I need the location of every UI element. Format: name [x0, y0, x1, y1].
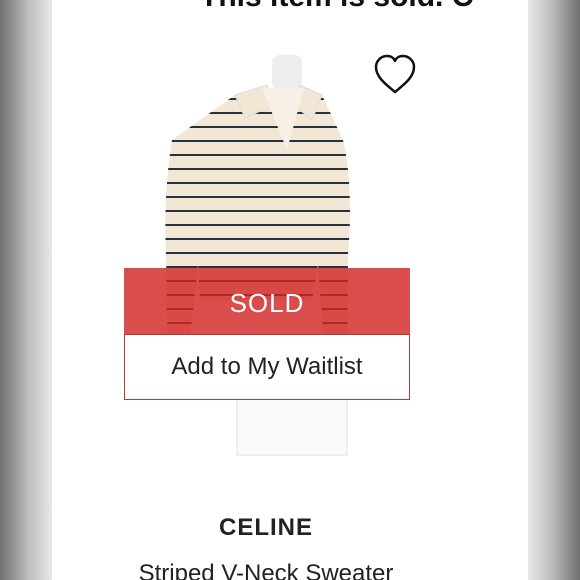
- sold-status-label: SOLD: [124, 268, 410, 334]
- product-brand: CELINE: [218, 514, 313, 541]
- product-image: [165, 55, 351, 456]
- add-to-waitlist-button[interactable]: Add to My Waitlist: [124, 334, 410, 400]
- product-card: This item is sold. C SOLD Add to My Wait…: [52, 0, 528, 580]
- sold-overlay: SOLD Add to My Waitlist: [124, 268, 410, 400]
- product-name: Striped V-Neck Sweater: [138, 560, 394, 580]
- screenshot-frame: This item is sold. C SOLD Add to My Wait…: [0, 0, 580, 580]
- sold-banner: This item is sold. C: [200, 0, 528, 14]
